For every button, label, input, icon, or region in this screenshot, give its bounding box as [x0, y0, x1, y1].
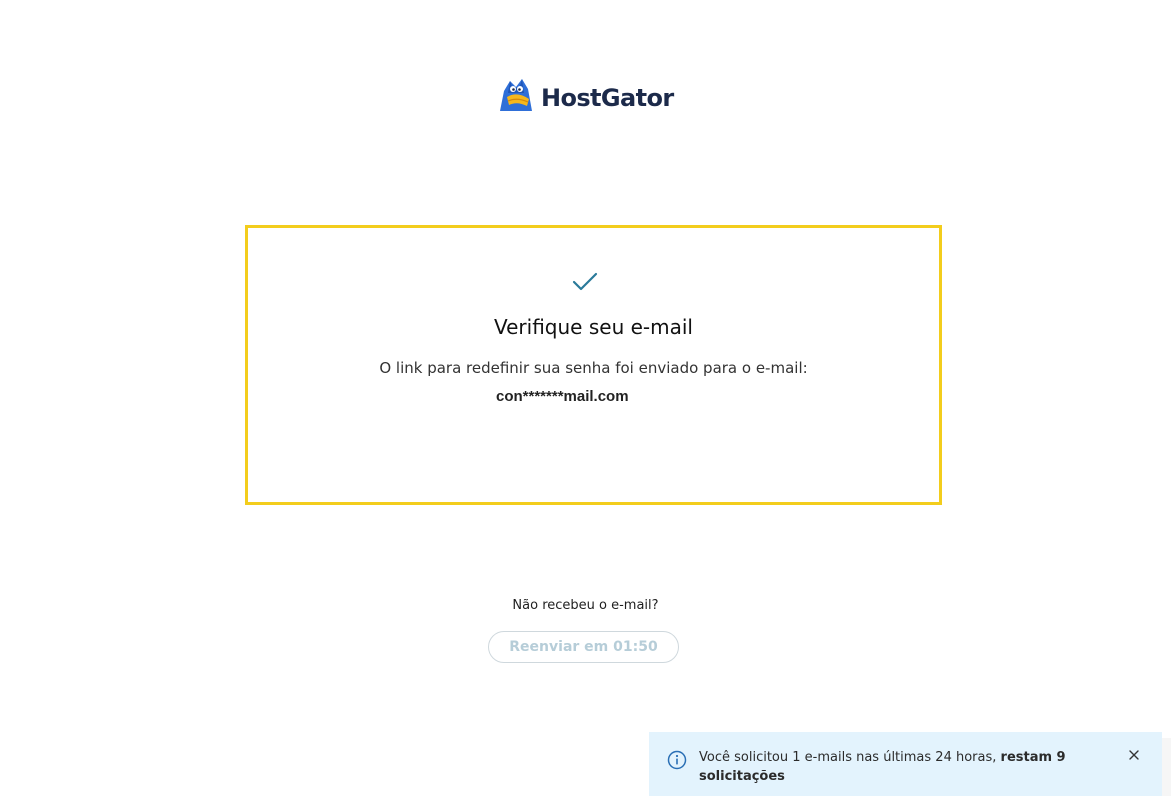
not-received-question: Não recebeu o e-mail? [512, 598, 659, 613]
info-icon [667, 750, 687, 775]
toast-message-text: Você solicitou 1 e-mails nas últimas 24 … [699, 750, 1001, 765]
check-icon [572, 272, 598, 297]
hostgator-logo: HostGator [497, 77, 674, 118]
brand-name: HostGator [541, 83, 674, 112]
toast-message: Você solicitou 1 e-mails nas últimas 24 … [699, 748, 1119, 786]
reset-link-description: O link para redefinir sua senha foi envi… [379, 359, 808, 377]
resend-button[interactable]: Reenviar em 01:50 [488, 631, 679, 663]
page-edge-fragment [1162, 738, 1171, 796]
masked-email: con*******mail.com [496, 388, 629, 405]
gator-mascot-icon [497, 77, 535, 118]
close-icon[interactable] [1125, 746, 1143, 764]
info-toast: Você solicitou 1 e-mails nas últimas 24 … [649, 732, 1162, 796]
page-title: Verifique seu e-mail [494, 315, 693, 339]
verification-card: Verifique seu e-mail O link para redefin… [245, 225, 942, 505]
